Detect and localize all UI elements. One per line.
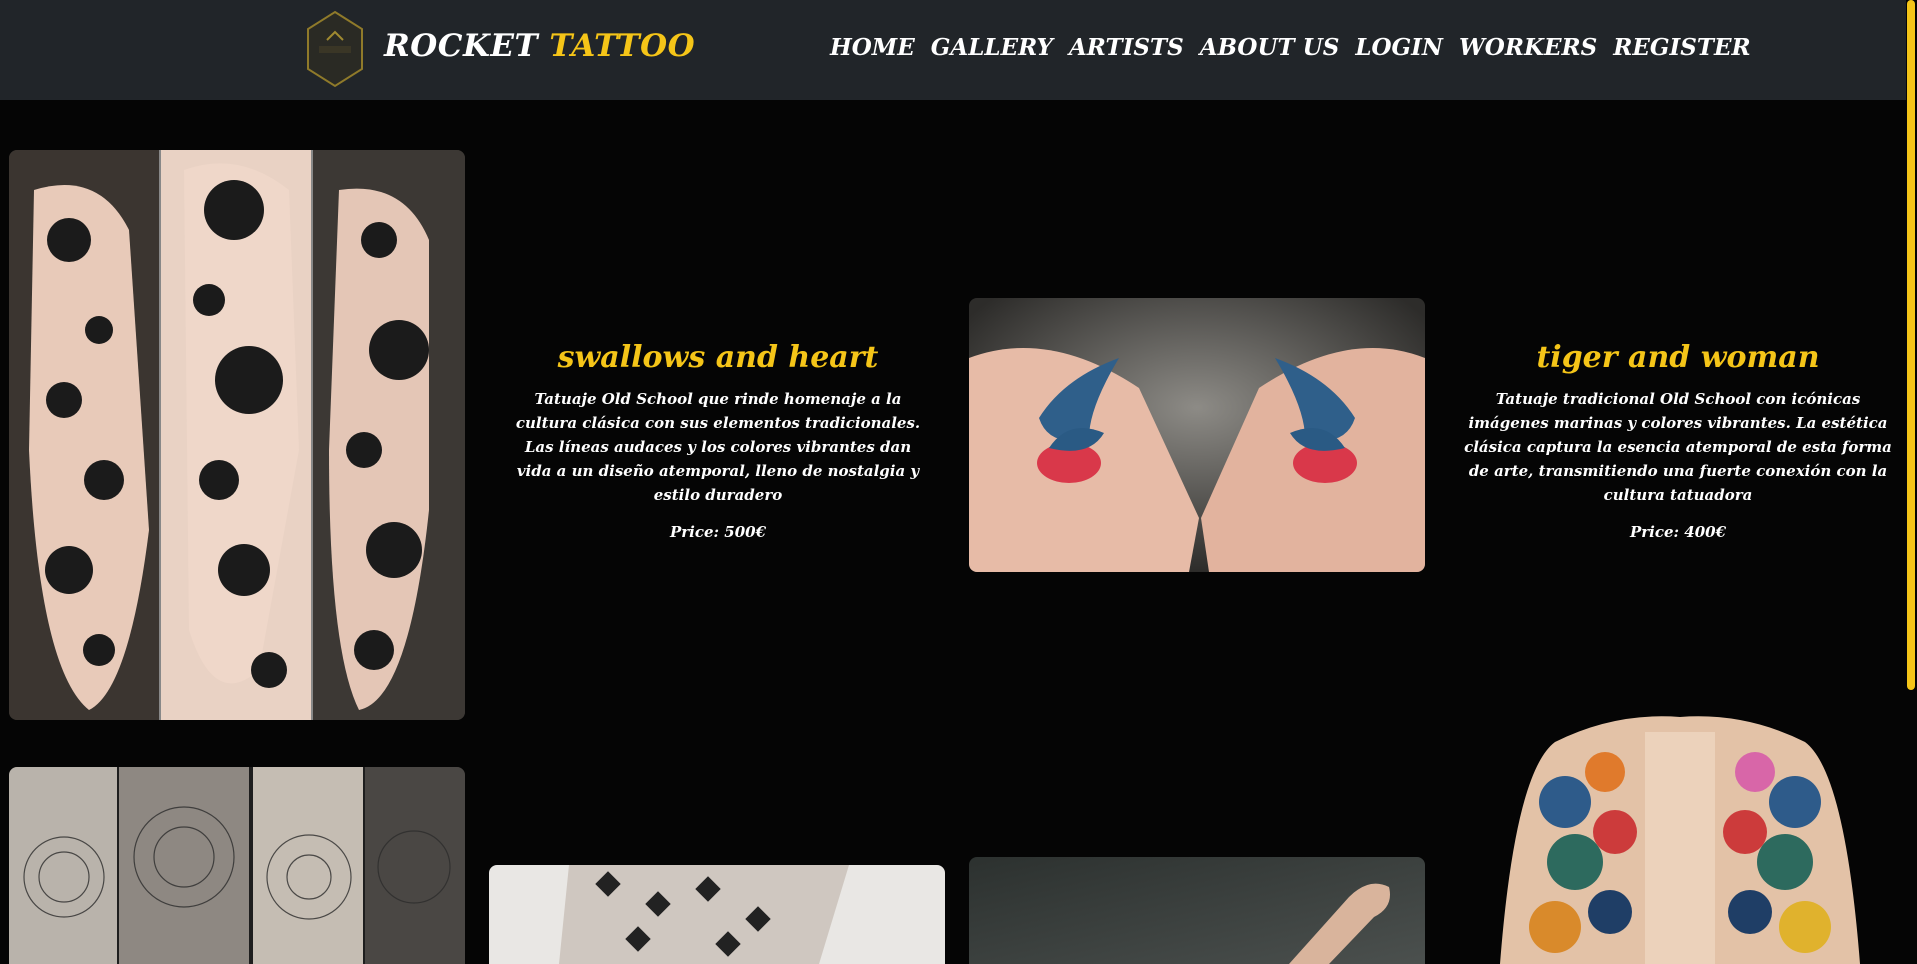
gallery-image-geometric-arm[interactable] xyxy=(489,865,945,964)
nav-about-us[interactable]: ABOUT US xyxy=(1200,34,1340,61)
scrollbar-thumb[interactable] xyxy=(1907,0,1915,690)
gallery-info-tiger: tiger and woman Tatuaje tradicional Old … xyxy=(1450,340,1906,541)
gallery-image-mandala-sleeves[interactable] xyxy=(9,767,465,964)
brand-part-rocket: ROCKET xyxy=(384,28,539,64)
gallery-image-forearm[interactable] xyxy=(969,857,1425,964)
tattoo-title: swallows and heart xyxy=(557,340,879,375)
gallery-image-swallows[interactable] xyxy=(969,298,1425,572)
nav-gallery[interactable]: GALLERY xyxy=(931,34,1053,61)
nav-home[interactable]: HOME xyxy=(830,34,915,61)
scrollbar[interactable] xyxy=(1906,0,1917,964)
nav-artists[interactable]: ARTISTS xyxy=(1069,34,1184,61)
navbar: ROCKET TATTOO HOME GALLERY ARTISTS ABOUT… xyxy=(0,0,1917,100)
gallery-info-swallows: swallows and heart Tatuaje Old School qu… xyxy=(490,340,946,541)
rocket-logo-icon[interactable] xyxy=(305,10,365,88)
tattoo-description: Tatuaje Old School que rinde homenaje a … xyxy=(515,390,921,504)
brand-title[interactable]: ROCKET TATTOO xyxy=(384,28,695,64)
tattoo-price: Price: 500€ xyxy=(669,523,767,541)
tattoo-title: tiger and woman xyxy=(1536,340,1820,375)
tattoo-description: Tatuaje tradicional Old School con icóni… xyxy=(1464,390,1892,504)
tattoo-price: Price: 400€ xyxy=(1629,523,1727,541)
brand-part-tattoo: TATTOO xyxy=(549,28,696,64)
gallery-image-sleeve-triptych[interactable] xyxy=(9,150,465,720)
nav-register[interactable]: REGISTER xyxy=(1613,34,1750,61)
gallery-image-japanese-bodysuit[interactable] xyxy=(1495,712,1865,964)
nav-workers[interactable]: WORKERS xyxy=(1459,34,1597,61)
main-nav: HOME GALLERY ARTISTS ABOUT US LOGIN WORK… xyxy=(830,34,1751,61)
nav-login[interactable]: LOGIN xyxy=(1355,34,1443,61)
